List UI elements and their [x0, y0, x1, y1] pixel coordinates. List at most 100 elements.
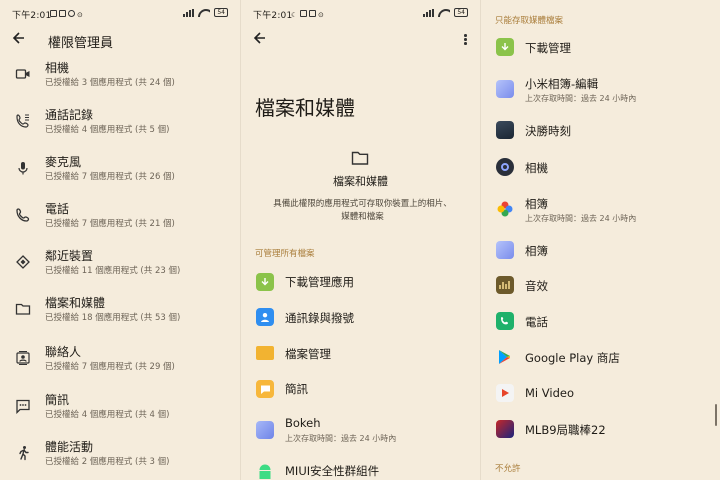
permission-manager-screen: 下午2:01 ⊙ 54 權限管理員 相機 已授權給 3 個應用程式 (共 24 … [0, 0, 240, 480]
app-bar: 權限管理員 [0, 26, 240, 54]
bokeh-icon [256, 421, 274, 439]
app-last-access: 上次存取時間：過去 24 小時內 [525, 214, 637, 223]
permission-item-microphone[interactable]: 麥克風 已授權給 7 個應用程式 (共 26 個) [0, 150, 240, 196]
app-item-gallery[interactable]: 相簿 [481, 233, 720, 269]
app-label: MLB9局職棒22 [525, 423, 606, 437]
permission-summary: 已授權給 4 個應用程式 (共 5 個) [45, 125, 170, 135]
phone-icon [16, 208, 30, 222]
permission-description: 具備此權限的應用程式可存取你裝置上的相片、媒體和檔案 [273, 199, 452, 222]
app-item-phone[interactable]: 電話 [481, 304, 720, 340]
more-options-icon[interactable] [464, 34, 468, 46]
app-item-download-manager[interactable]: 下載管理應用 [241, 264, 480, 300]
back-arrow-icon[interactable] [253, 31, 267, 45]
permission-summary: 已授權給 2 個應用程式 (共 3 個) [45, 457, 170, 467]
permission-label: 麥克風 [45, 155, 82, 169]
app-label: 檔案管理 [285, 347, 331, 361]
section-header-media-only: 只能存取媒體檔案 [495, 16, 564, 26]
app-item-google-photos[interactable]: 相簿 上次存取時間：過去 24 小時內 [481, 192, 720, 228]
app-bar [241, 26, 480, 54]
permission-summary: 已授權給 7 個應用程式 (共 29 個) [45, 362, 175, 372]
app-label: MIUI安全性群組件 [285, 464, 380, 478]
app-item-google-play-store[interactable]: Google Play 商店 [481, 340, 720, 376]
mi-video-icon [496, 384, 514, 402]
permission-item-call-log[interactable]: 通話記錄 已授權給 4 個應用程式 (共 5 個) [0, 103, 240, 149]
wifi-icon [198, 9, 210, 17]
app-label: 電話 [525, 315, 548, 329]
back-arrow-icon[interactable] [12, 31, 26, 45]
permission-label: 檔案和媒體 [45, 296, 106, 310]
app-item-camera[interactable]: 相機 [481, 150, 720, 186]
battery-icon: 54 [454, 8, 468, 17]
app-item-downloads[interactable]: 下載管理 [481, 30, 720, 66]
app-item-contacts-dialer[interactable]: 通訊錄與撥號 [241, 300, 480, 336]
sound-icon [496, 276, 514, 294]
app-item-sound[interactable]: 音效 [481, 268, 720, 304]
app-last-access: 上次存取時間：過去 24 小時內 [525, 94, 637, 103]
permission-summary: 已授權給 7 個應用程式 (共 26 個) [45, 172, 175, 182]
permission-label: 鄰近裝置 [45, 249, 94, 263]
baseball-game-icon [496, 420, 514, 438]
wifi-icon [438, 9, 450, 17]
file-manager-icon [256, 346, 274, 360]
app-item-mi-video[interactable]: Mi Video [481, 376, 720, 412]
app-label: 小米相簿-編輯 [525, 77, 599, 91]
google-photos-icon [496, 200, 514, 218]
status-time: 下午2:01 [12, 11, 52, 21]
permission-label: 聯絡人 [45, 345, 82, 359]
app-label: 決勝時刻 [525, 124, 571, 138]
app-item-mlb9-baseball[interactable]: MLB9局職棒22 [481, 412, 720, 448]
app-label: 音效 [525, 279, 548, 293]
messages-app-icon [256, 380, 274, 398]
game-icon [496, 121, 514, 139]
android-icon [256, 461, 274, 479]
status-time: 下午2:01 [253, 11, 293, 21]
permission-label: 電話 [45, 202, 70, 216]
gallery-icon [496, 241, 514, 259]
signal-icon [423, 8, 435, 17]
app-label: 相簿 [525, 197, 548, 211]
permission-label: 相機 [45, 61, 70, 75]
download-icon [256, 273, 274, 291]
permission-item-physical-activity[interactable]: 體能活動 已授權給 2 個應用程式 (共 3 個) [0, 435, 240, 480]
camera-icon [15, 69, 30, 79]
download-icon [496, 38, 514, 56]
app-item-bokeh[interactable]: Bokeh 上次存取時間：過去 24 小時內 [241, 412, 480, 448]
permission-item-phone[interactable]: 電話 已授權給 7 個應用程式 (共 21 個) [0, 197, 240, 243]
permission-item-contacts[interactable]: 聯絡人 已授權給 7 個應用程式 (共 29 個) [0, 340, 240, 386]
app-last-access: 上次存取時間：過去 24 小時內 [285, 434, 397, 443]
folder-icon [15, 303, 31, 315]
app-item-messages[interactable]: 簡訊 [241, 372, 480, 408]
activity-icon [19, 446, 29, 461]
app-item-file-manager[interactable]: 檔案管理 [241, 336, 480, 372]
permission-item-files-media[interactable]: 檔案和媒體 已授權給 18 個應用程式 (共 53 個) [0, 291, 240, 337]
app-item-miui-security-component[interactable]: MIUI安全性群組件 [241, 453, 480, 480]
permission-summary: 已授權給 7 個應用程式 (共 21 個) [45, 219, 175, 229]
permission-label: 體能活動 [45, 440, 94, 454]
phone-app-icon [496, 312, 514, 330]
sms-icon [16, 399, 30, 414]
permission-summary: 已授權給 11 個應用程式 (共 23 個) [45, 266, 181, 276]
app-item-call-of-duty[interactable]: 決勝時刻 [481, 113, 720, 149]
status-bar: 下午2:01 ⊙ 54 [12, 8, 228, 22]
permission-item-nearby-devices[interactable]: 鄰近裝置 已授權給 11 個應用程式 (共 23 個) [0, 244, 240, 290]
permission-label: 通話記錄 [45, 108, 94, 122]
status-notification-icons: ⊙ [48, 9, 84, 19]
permission-item-camera[interactable]: 相機 已授權給 3 個應用程式 (共 24 個) [0, 56, 240, 102]
permission-name: 檔案和媒體 [333, 175, 388, 188]
microphone-icon [18, 162, 28, 175]
app-label: 通訊錄與撥號 [285, 311, 354, 325]
contacts-app-icon [256, 308, 274, 326]
section-header-not-allowed: 不允許 [495, 464, 521, 474]
scrollbar[interactable] [715, 404, 717, 426]
app-label: 簡訊 [285, 382, 308, 396]
page-title: 權限管理員 [48, 36, 114, 51]
folder-icon [351, 151, 369, 165]
app-item-gallery-editor[interactable]: 小米相簿-編輯 上次存取時間：過去 24 小時內 [481, 72, 720, 108]
app-label: Mi Video [525, 386, 574, 400]
status-bar: 下午2:01 ☾ ⊙ 54 [253, 8, 468, 22]
permission-item-sms[interactable]: 簡訊 已授權給 4 個應用程式 (共 4 個) [0, 388, 240, 434]
app-label: Google Play 商店 [525, 351, 620, 365]
permission-summary: 已授權給 3 個應用程式 (共 24 個) [45, 78, 175, 88]
play-store-icon [496, 348, 514, 366]
files-media-permission-screen: 下午2:01 ☾ ⊙ 54 檔案和媒體 檔案和媒體 具備此權限的應用程式可存取你裝… [241, 0, 480, 480]
